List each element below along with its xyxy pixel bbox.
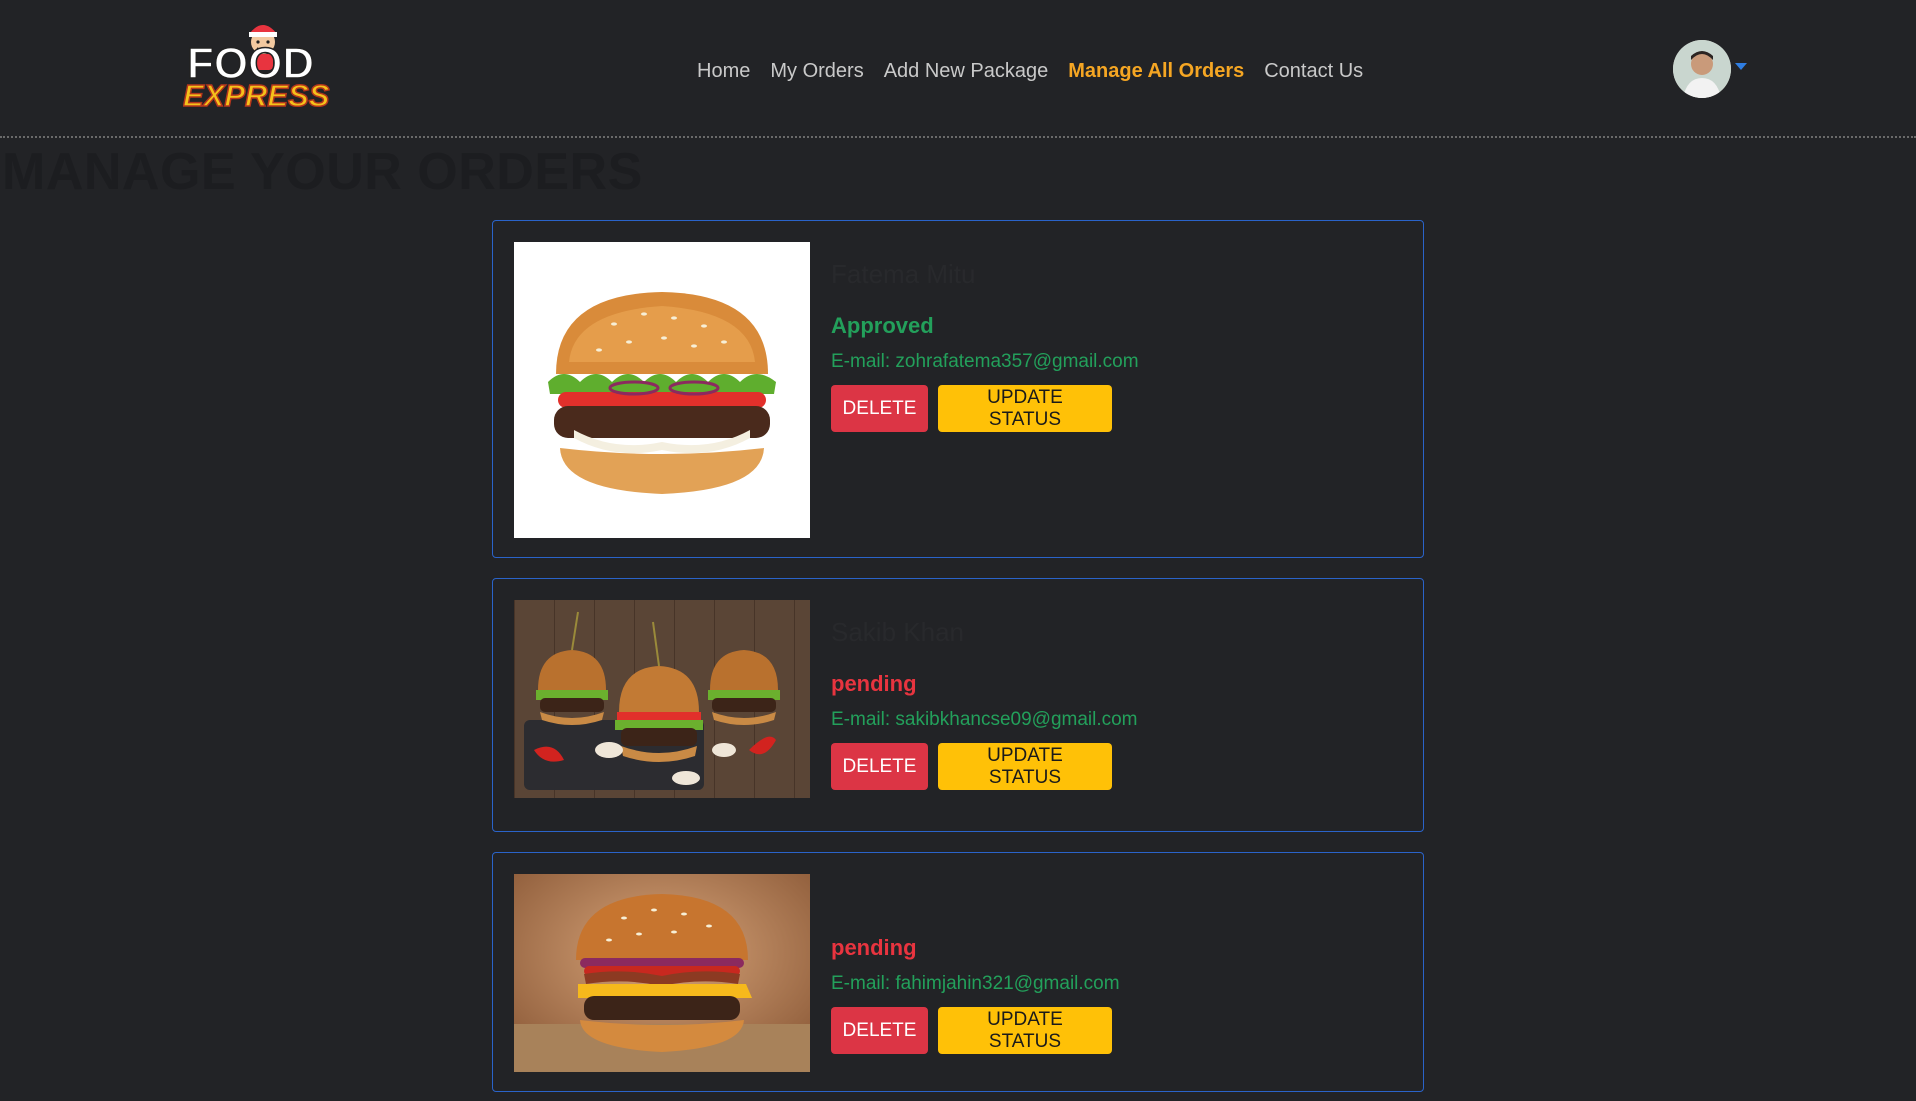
order-image xyxy=(514,242,810,538)
delete-button[interactable]: DELETE xyxy=(831,385,928,432)
order-status: Approved xyxy=(831,313,934,338)
update-status-button[interactable]: UPDATE STATUS xyxy=(938,743,1112,790)
customer-name xyxy=(831,881,1120,915)
nav-home-link[interactable]: Home xyxy=(697,60,750,83)
page-title: MANAGE YOUR ORDERS xyxy=(2,143,643,201)
order-card: Fatema Mitu Approved E-mail: zohrafatema… xyxy=(492,220,1424,558)
nav-add-new-package-link[interactable]: Add New Package xyxy=(884,60,1049,83)
order-image xyxy=(514,600,810,798)
nav-my-orders-link[interactable]: My Orders xyxy=(770,60,863,83)
update-status-button[interactable]: UPDATE STATUS xyxy=(938,385,1112,432)
order-actions: DELETE UPDATE STATUS xyxy=(831,1007,1120,1054)
delete-button[interactable]: DELETE xyxy=(831,743,928,790)
order-image xyxy=(514,874,810,1072)
customer-name: Fatema Mitu xyxy=(831,259,976,289)
chevron-down-icon[interactable] xyxy=(1735,62,1747,70)
customer-email: E-mail: fahimjahin321@gmail.com xyxy=(831,973,1120,994)
nav-manage-all-orders-link[interactable]: Manage All Orders xyxy=(1068,60,1244,83)
customer-name: Sakib Khan xyxy=(831,617,964,647)
order-status: pending xyxy=(831,671,917,696)
nav-contact-us-link[interactable]: Contact Us xyxy=(1264,60,1363,83)
order-details: pending E-mail: fahimjahin321@gmail.com … xyxy=(831,881,1120,1054)
user-avatar[interactable] xyxy=(1673,40,1731,98)
delete-button[interactable]: DELETE xyxy=(831,1007,928,1054)
order-details: Fatema Mitu Approved E-mail: zohrafatema… xyxy=(831,259,1139,432)
main-nav: Home My Orders Add New Package Manage Al… xyxy=(697,56,1363,86)
order-card: Sakib Khan pending E-mail: sakibkhancse0… xyxy=(492,578,1424,832)
navbar: FOOD EXPRESS Home My Orders Add New Pack… xyxy=(0,0,1916,138)
logo-text-express: EXPRESS xyxy=(183,78,330,110)
order-card: pending E-mail: fahimjahin321@gmail.com … xyxy=(492,852,1424,1092)
update-status-button[interactable]: UPDATE STATUS xyxy=(938,1007,1112,1054)
order-actions: DELETE UPDATE STATUS xyxy=(831,385,1139,432)
customer-email: E-mail: zohrafatema357@gmail.com xyxy=(831,351,1139,372)
customer-email: E-mail: sakibkhancse09@gmail.com xyxy=(831,709,1138,730)
order-actions: DELETE UPDATE STATUS xyxy=(831,743,1138,790)
user-menu-toggle[interactable] xyxy=(1673,40,1747,98)
food-express-logo[interactable]: FOOD EXPRESS xyxy=(182,14,343,114)
order-status: pending xyxy=(831,935,917,960)
order-details: Sakib Khan pending E-mail: sakibkhancse0… xyxy=(831,617,1138,790)
